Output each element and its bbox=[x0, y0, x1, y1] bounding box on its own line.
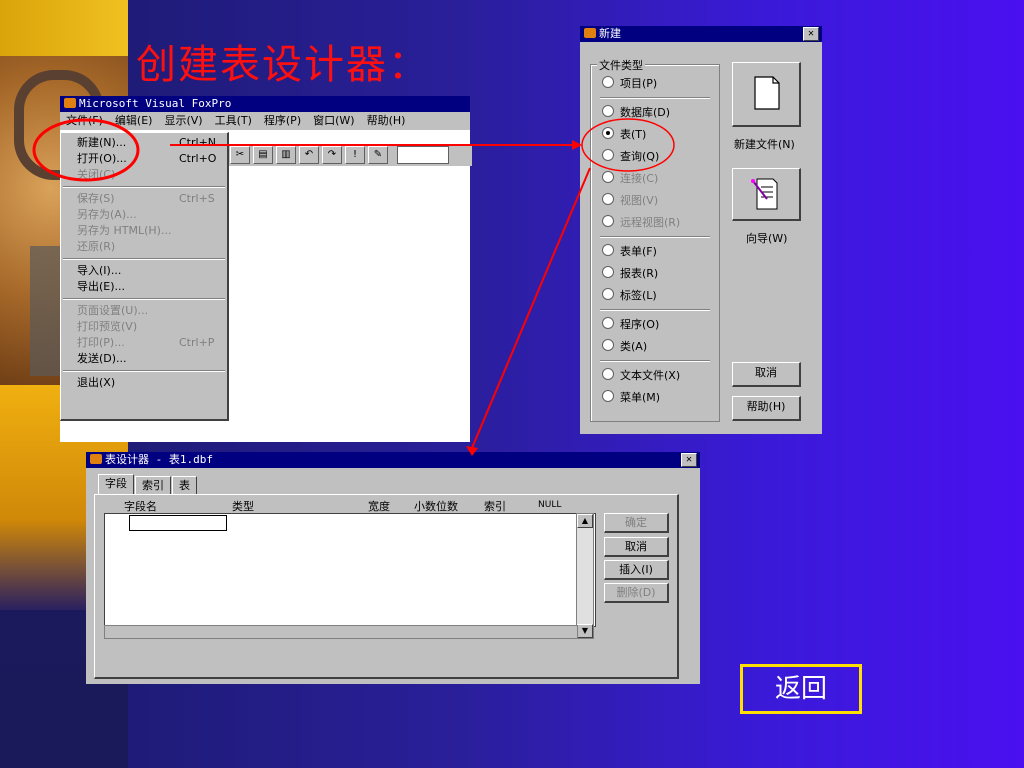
annotation-layer bbox=[32, 118, 675, 456]
file-new-highlight bbox=[32, 118, 140, 182]
back-button[interactable]: 返回 bbox=[740, 664, 862, 714]
arrow-to-designer bbox=[471, 167, 591, 449]
table-option-highlight bbox=[581, 118, 675, 172]
arrow-head bbox=[466, 446, 478, 456]
arrow-head bbox=[572, 140, 582, 150]
